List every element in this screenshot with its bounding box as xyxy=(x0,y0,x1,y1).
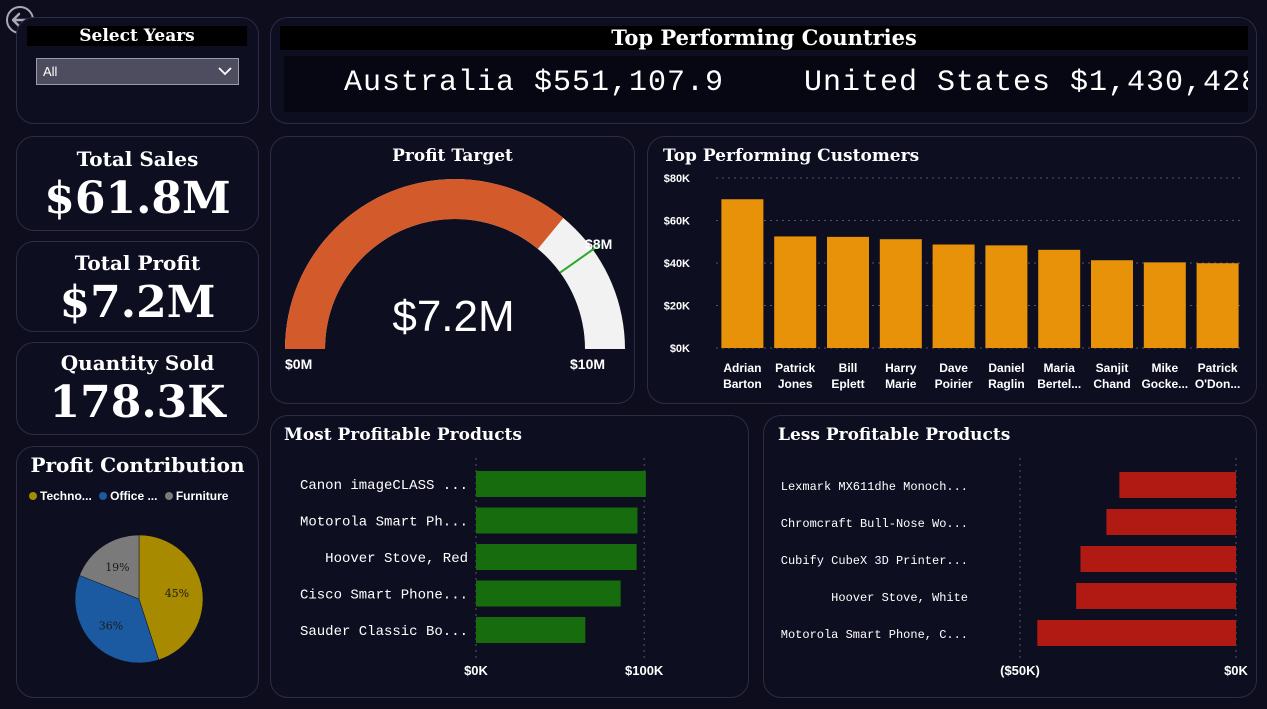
x-tick-label: Harry xyxy=(885,361,917,375)
x-tick-label: Jones xyxy=(778,377,813,391)
gauge-target-label: $8M xyxy=(585,236,613,252)
total-profit-title: Total Profit xyxy=(74,251,201,275)
y-tick-label: Sauder Classic Bo... xyxy=(300,624,468,640)
x-tick-label: Eplett xyxy=(831,377,864,391)
x-tick-label: Barton xyxy=(723,377,762,391)
bar xyxy=(1076,583,1236,609)
profit-target-card: Profit Target $7.2M $0M $10M $8M xyxy=(270,136,635,404)
profit-contribution-card: Profit Contribution Techno... Office ...… xyxy=(16,446,259,698)
bar xyxy=(1080,546,1236,572)
total-sales-value: $61.8M xyxy=(44,173,231,224)
bar xyxy=(1106,509,1236,535)
year-dropdown[interactable]: All xyxy=(36,58,239,85)
pie-slice-label: 45% xyxy=(165,587,189,600)
bar xyxy=(774,236,817,348)
quantity-sold-card: Quantity Sold 178.3K xyxy=(16,342,259,435)
quantity-sold-value: 178.3K xyxy=(49,377,226,428)
x-tick-label: $0K xyxy=(464,663,488,678)
x-tick-label: O'Don... xyxy=(1195,377,1241,391)
bar xyxy=(476,544,637,570)
y-tick-label: Hoover Stove, Red xyxy=(325,551,468,567)
x-tick-label: Dave xyxy=(939,361,968,375)
less-profitable-chart: ($50K) $0K Lexmark MX611dhe Monoch... Chrom… xyxy=(781,458,1249,678)
y-tick-label: Hoover Stove, White xyxy=(831,591,968,605)
bar xyxy=(1038,249,1081,348)
y-tick-label: $40K xyxy=(664,258,690,270)
x-tick-label: Sanjit xyxy=(1096,361,1129,375)
bar xyxy=(1196,263,1239,348)
y-tick-label: Lexmark MX611dhe Monoch... xyxy=(781,480,968,494)
bar xyxy=(827,236,869,348)
total-sales-title: Total Sales xyxy=(76,147,199,171)
bar xyxy=(932,244,975,348)
quantity-sold-title: Quantity Sold xyxy=(60,351,215,375)
x-tick-label: $0K xyxy=(1224,663,1248,678)
bar xyxy=(476,617,586,643)
x-tick-label: Bertel... xyxy=(1037,377,1081,391)
y-tick-label: Chromcraft Bull-Nose Wo... xyxy=(781,517,968,531)
pie-slice-label: 36% xyxy=(99,619,123,632)
y-tick-label: Cisco Smart Phone... xyxy=(300,588,468,604)
gauge-max-label: $10M xyxy=(570,356,606,372)
x-tick-label: Gocke... xyxy=(1141,377,1188,391)
x-tick-label: Mike xyxy=(1151,361,1178,375)
x-tick-label: Marie xyxy=(885,377,917,391)
bar xyxy=(1143,262,1186,348)
x-tick-label: ($50K) xyxy=(1000,663,1040,678)
y-tick-label: Canon imageCLASS ... xyxy=(300,478,468,494)
y-tick-label: Cubify CubeX 3D Printer... xyxy=(781,554,968,568)
x-tick-label: Patrick xyxy=(775,361,815,375)
bar xyxy=(1119,472,1236,498)
x-tick-label: Poirier xyxy=(935,377,973,391)
gauge-min-label: $0M xyxy=(285,356,313,372)
bar xyxy=(1091,260,1133,348)
total-profit-card: Total Profit $7.2M xyxy=(16,241,259,332)
y-tick-label: Motorola Smart Ph... xyxy=(300,515,468,531)
bar xyxy=(985,245,1028,348)
x-tick-label: Daniel xyxy=(988,361,1024,375)
less-profitable-card: Less Profitable Products ($50K) $0K Lexmar… xyxy=(763,415,1257,698)
chevron-down-icon xyxy=(218,67,232,76)
x-tick-label: Patrick xyxy=(1198,361,1238,375)
year-filter-title: Select Years xyxy=(27,26,247,46)
total-profit-value: $7.2M xyxy=(59,277,216,328)
profit-contribution-pie: 45% 36% 19% xyxy=(74,534,204,664)
bar xyxy=(1037,620,1236,646)
most-profitable-chart: $0K $100K Canon imageCLASS ... Motorola Sma… xyxy=(300,458,664,678)
year-dropdown-value: All xyxy=(43,64,58,79)
bar xyxy=(476,507,638,534)
y-tick-label: $80K xyxy=(664,173,690,185)
most-profitable-card: Most Profitable Products $0K $100K Canon i… xyxy=(270,415,749,698)
x-tick-label: Bill xyxy=(839,361,858,375)
bar xyxy=(476,471,646,497)
bar xyxy=(721,199,764,348)
x-tick-label: Maria xyxy=(1044,361,1076,375)
gauge-value: $7.2M xyxy=(392,292,515,341)
x-tick-label: Raglin xyxy=(988,377,1025,391)
pie-slice-label: 19% xyxy=(105,561,129,574)
countries-title: Top Performing Countries xyxy=(280,26,1248,50)
country-item: United States $1,430,428.0 xyxy=(804,66,1248,100)
x-tick-label: Adrian xyxy=(723,361,761,375)
bar xyxy=(476,580,621,607)
x-tick-label: Chand xyxy=(1093,377,1130,391)
total-sales-card: Total Sales $61.8M xyxy=(16,136,259,231)
x-tick-label: $100K xyxy=(625,663,664,678)
y-tick-label: $60K xyxy=(664,216,690,228)
y-tick-label: $0K xyxy=(670,343,690,355)
top-customers-card: Top Performing Customers $0K $20K $40K $60K… xyxy=(647,136,1257,404)
top-customers-chart: $0K $20K $40K $60K $80K Adrian Barton Patrick Jo… xyxy=(664,173,1244,391)
y-tick-label: $20K xyxy=(664,301,690,313)
bar xyxy=(879,239,922,348)
countries-ticker: Australia $551,107.9 United States $1,43… xyxy=(284,56,1248,112)
country-item: Australia $551,107.9 xyxy=(344,66,725,100)
y-tick-label: Motorola Smart Phone, C... xyxy=(781,628,968,642)
